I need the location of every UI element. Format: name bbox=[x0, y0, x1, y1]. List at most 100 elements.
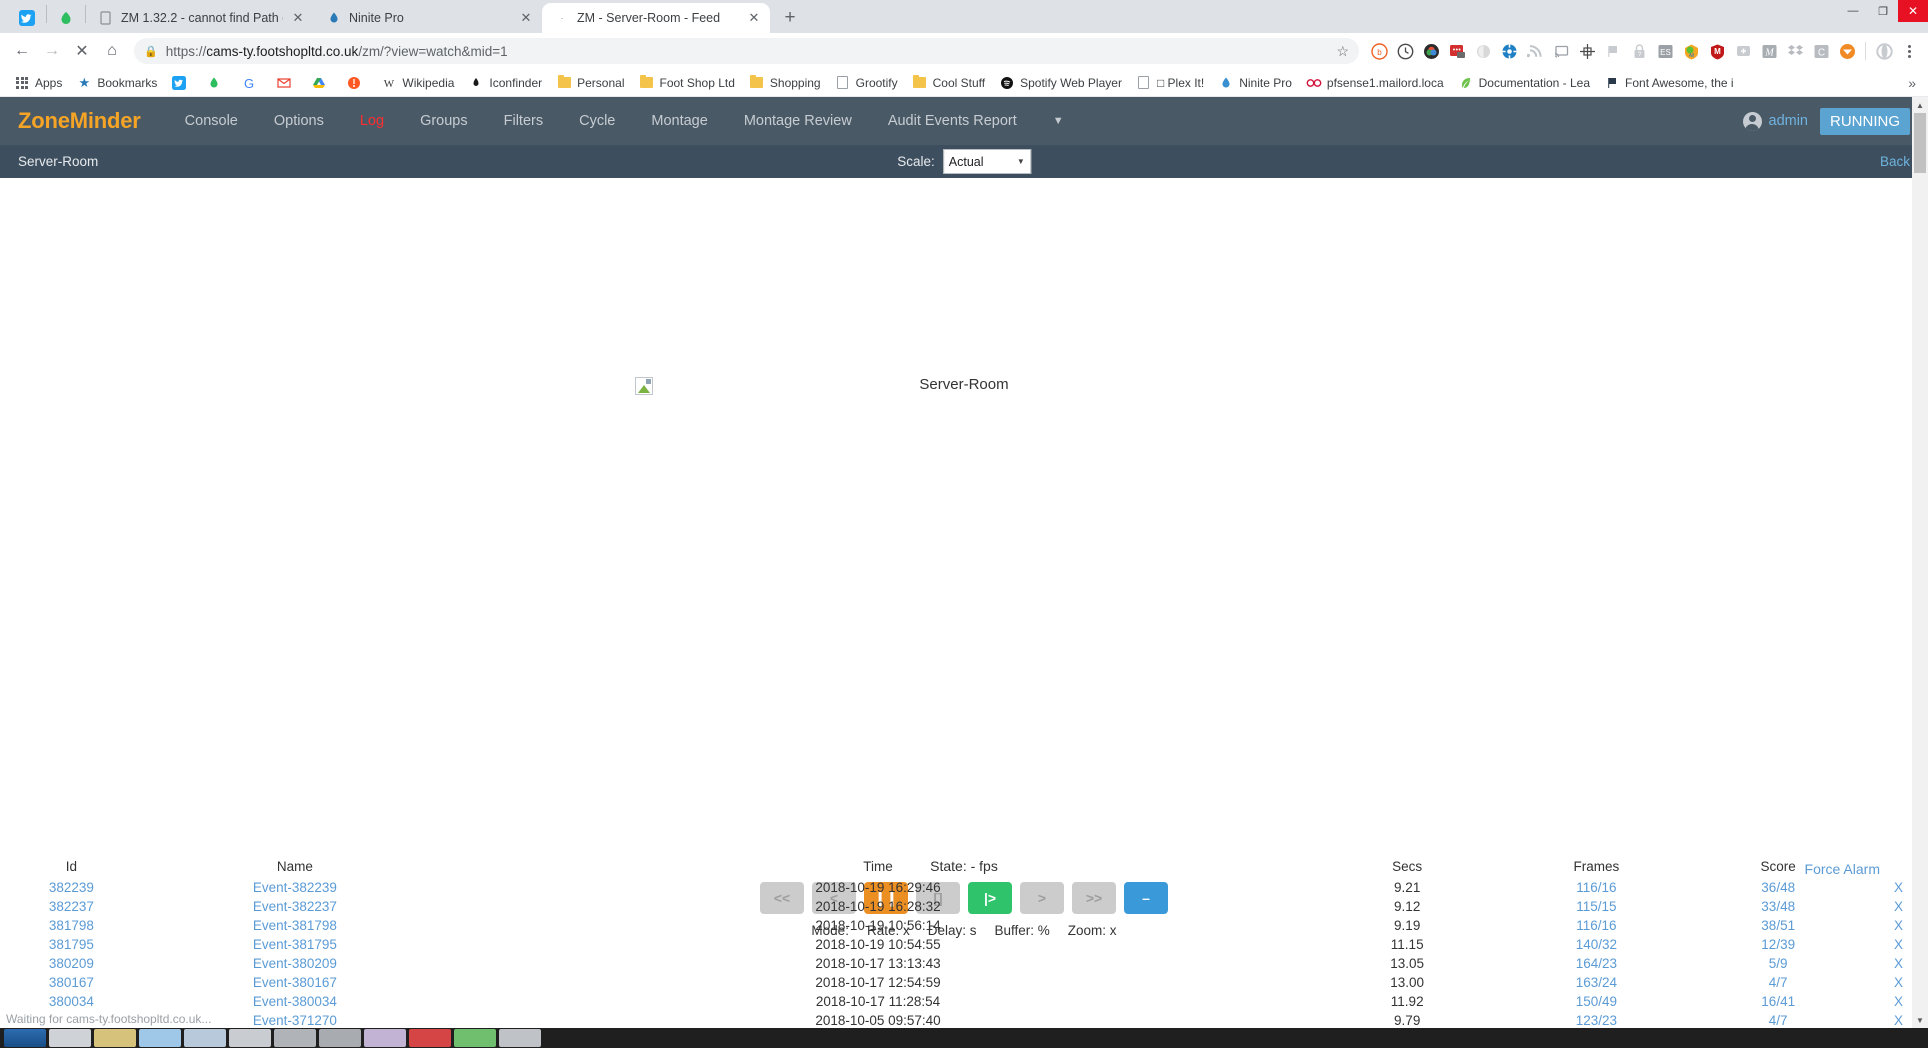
delete-event-button[interactable]: X bbox=[1894, 956, 1903, 971]
bookmark-bookmarks[interactable]: ★ Bookmarks bbox=[70, 72, 163, 94]
event-frames-cell[interactable]: 140/32 bbox=[1505, 935, 1687, 954]
event-score-cell[interactable]: 12/39 bbox=[1687, 935, 1869, 954]
event-frames-cell[interactable]: 163/24 bbox=[1505, 973, 1687, 992]
bookmark-spotify-web-player[interactable]: Spotify Web Player bbox=[993, 72, 1128, 94]
event-score-cell-link[interactable]: 12/39 bbox=[1761, 937, 1795, 952]
bookmark-font-awesome[interactable]: Font Awesome, the i bbox=[1598, 72, 1740, 94]
minimize-button[interactable]: — bbox=[1838, 0, 1868, 22]
event-id-cell-link[interactable]: 382239 bbox=[49, 880, 94, 895]
event-id-cell-link[interactable]: 380209 bbox=[49, 956, 94, 971]
event-name-cell-link[interactable]: Event-382237 bbox=[253, 899, 337, 914]
taskbar-item-1[interactable] bbox=[49, 1029, 91, 1047]
event-name-cell-link[interactable]: Event-371270 bbox=[253, 1013, 337, 1028]
bookmark-star-icon[interactable]: ☆ bbox=[1336, 43, 1349, 60]
nav-item-groups[interactable]: Groups bbox=[402, 97, 486, 145]
dropbox-icon[interactable] bbox=[1783, 39, 1807, 63]
bookmark-ninite-pro[interactable]: Ninite Pro bbox=[1212, 72, 1298, 94]
zoneminder-logo[interactable]: ZoneMinder bbox=[18, 108, 141, 134]
delete-event-button[interactable]: X bbox=[1894, 899, 1903, 914]
bookmark-google-drive[interactable] bbox=[305, 72, 338, 94]
rss-icon[interactable] bbox=[1523, 39, 1547, 63]
column-header-time[interactable]: Time bbox=[447, 857, 1309, 878]
event-score-cell[interactable]: 38/51 bbox=[1687, 916, 1869, 935]
close-window-button[interactable]: ✕ bbox=[1898, 0, 1928, 22]
home-icon[interactable]: ⌂ bbox=[98, 37, 126, 65]
event-id-cell-link[interactable]: 380167 bbox=[49, 975, 94, 990]
pinned-tab-twitter[interactable] bbox=[8, 3, 46, 33]
status-badge[interactable]: RUNNING bbox=[1820, 107, 1910, 135]
nav-item-montage-review[interactable]: Montage Review bbox=[726, 97, 870, 145]
taskbar-item-11[interactable] bbox=[499, 1029, 541, 1047]
bookmark-plex-it[interactable]: □ Plex It! bbox=[1130, 72, 1210, 94]
event-score-cell-link[interactable]: 36/48 bbox=[1761, 880, 1795, 895]
nav-item-audit-events-report[interactable]: Audit Events Report bbox=[870, 97, 1035, 145]
scale-select[interactable]: Actual ▼ bbox=[942, 149, 1031, 174]
event-name-cell-link[interactable]: Event-380209 bbox=[253, 956, 337, 971]
delete-event-button[interactable]: X bbox=[1894, 975, 1903, 990]
colorzilla-icon[interactable] bbox=[1419, 39, 1443, 63]
event-score-cell[interactable]: 16/41 bbox=[1687, 992, 1869, 1011]
event-score-cell[interactable]: 4/7 bbox=[1687, 973, 1869, 992]
mcafee-icon[interactable]: M bbox=[1705, 39, 1729, 63]
bitly-icon[interactable]: b bbox=[1367, 39, 1391, 63]
event-frames-cell-link[interactable]: 150/49 bbox=[1576, 994, 1617, 1009]
back-icon[interactable]: ← bbox=[8, 37, 36, 65]
event-name-cell-link[interactable]: Event-381798 bbox=[253, 918, 337, 933]
taskbar-item-2[interactable] bbox=[94, 1029, 136, 1047]
scroll-down-icon[interactable]: ▼ bbox=[1912, 1012, 1928, 1028]
browser-tab-2-active[interactable]: · ZM - Server-Room - Feed ✕ bbox=[542, 3, 770, 33]
taskbar-item-6[interactable] bbox=[274, 1029, 316, 1047]
taskbar-item-3[interactable] bbox=[139, 1029, 181, 1047]
chevron-down-icon[interactable]: ▼ bbox=[1035, 115, 1082, 127]
m-icon[interactable]: M bbox=[1757, 39, 1781, 63]
new-tab-button[interactable]: + bbox=[776, 4, 804, 32]
bookmark-wikipedia[interactable]: W Wikipedia bbox=[375, 72, 460, 94]
taskbar-item-10[interactable] bbox=[454, 1029, 496, 1047]
event-id-cell-link[interactable]: 381798 bbox=[49, 918, 94, 933]
scroll-up-icon[interactable]: ▲ bbox=[1912, 97, 1928, 113]
taskbar-item-4[interactable] bbox=[184, 1029, 226, 1047]
event-name-cell[interactable]: Event-382239 bbox=[143, 878, 447, 897]
event-name-cell-link[interactable]: Event-380034 bbox=[253, 994, 337, 1009]
event-id-cell[interactable]: 382239 bbox=[0, 878, 143, 897]
event-score-cell-link[interactable]: 33/48 bbox=[1761, 899, 1795, 914]
bookmark-twitter[interactable] bbox=[165, 72, 198, 94]
column-header-frames[interactable]: Frames bbox=[1505, 857, 1687, 878]
bookmark-evernote[interactable] bbox=[200, 72, 233, 94]
event-score-cell-link[interactable]: 38/51 bbox=[1761, 918, 1795, 933]
page-scrollbar[interactable]: ▲ ▼ bbox=[1912, 97, 1928, 1028]
event-score-cell[interactable]: 33/48 bbox=[1687, 897, 1869, 916]
event-id-cell[interactable]: 380209 bbox=[0, 954, 143, 973]
bookmark-shopping[interactable]: Shopping bbox=[743, 72, 827, 94]
event-id-cell[interactable]: 381798 bbox=[0, 916, 143, 935]
crosshair-icon[interactable] bbox=[1575, 39, 1599, 63]
plus-tag-icon[interactable] bbox=[1731, 39, 1755, 63]
event-name-cell[interactable]: Event-380167 bbox=[143, 973, 447, 992]
address-bar[interactable]: 🔒 https://cams-ty.footshopltd.co.uk/zm/?… bbox=[134, 38, 1359, 64]
event-name-cell[interactable]: Event-381798 bbox=[143, 916, 447, 935]
c-icon[interactable]: C bbox=[1809, 39, 1833, 63]
pinned-tab-evernote[interactable] bbox=[47, 3, 85, 33]
event-id-cell-link[interactable]: 381795 bbox=[49, 937, 94, 952]
event-frames-cell-link[interactable]: 115/15 bbox=[1576, 899, 1616, 914]
event-name-cell-link[interactable]: Event-381795 bbox=[253, 937, 337, 952]
bookmark-grootify[interactable]: Grootify bbox=[829, 72, 904, 94]
event-frames-cell[interactable]: 123/23 bbox=[1505, 1011, 1687, 1028]
delete-event-button[interactable]: X bbox=[1894, 937, 1903, 952]
event-name-cell[interactable]: Event-380034 bbox=[143, 992, 447, 1011]
nav-item-montage[interactable]: Montage bbox=[633, 97, 725, 145]
cast-icon[interactable] bbox=[1549, 39, 1573, 63]
nav-item-log[interactable]: Log bbox=[342, 97, 402, 145]
event-frames-cell[interactable]: 116/16 bbox=[1505, 878, 1687, 897]
delete-event-button[interactable]: X bbox=[1894, 994, 1903, 1009]
clock-icon[interactable] bbox=[1393, 39, 1417, 63]
event-frames-cell-link[interactable]: 116/16 bbox=[1576, 918, 1616, 933]
event-score-cell[interactable]: 4/7 bbox=[1687, 1011, 1869, 1028]
column-header-name[interactable]: Name bbox=[143, 857, 447, 878]
close-icon[interactable]: ✕ bbox=[746, 10, 762, 26]
bookmark-pfsense[interactable]: pfsense1.mailord.loca bbox=[1300, 72, 1450, 94]
back-link[interactable]: Back bbox=[1880, 154, 1910, 169]
opera-icon[interactable] bbox=[1872, 39, 1896, 63]
event-frames-cell[interactable]: 116/16 bbox=[1505, 916, 1687, 935]
event-frames-cell-link[interactable]: 163/24 bbox=[1576, 975, 1617, 990]
